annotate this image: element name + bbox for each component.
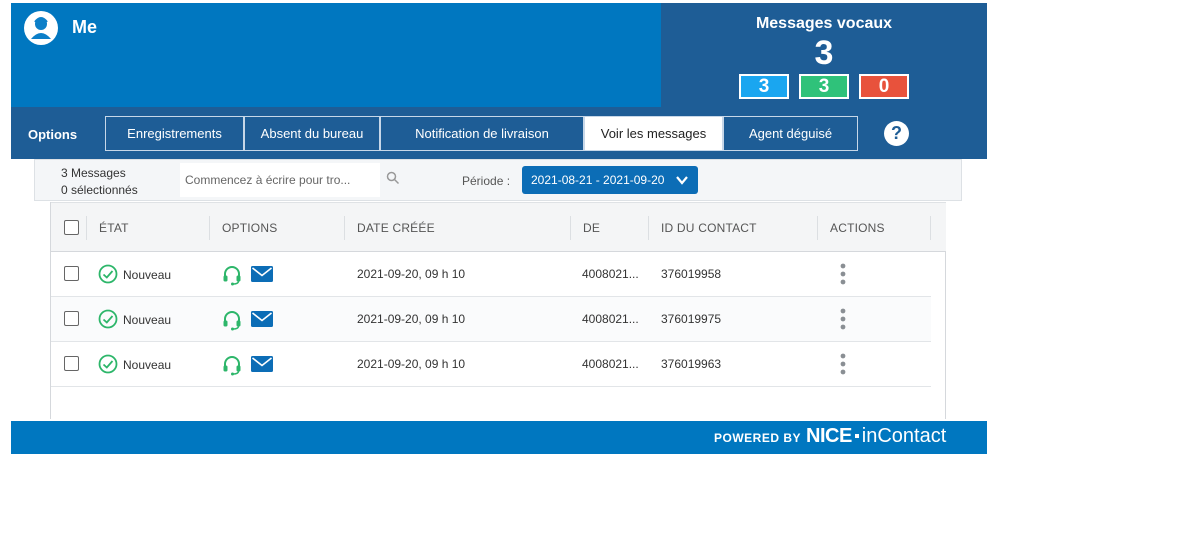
tab-out-of-office[interactable]: Absent du bureau [244,116,380,151]
check-circle-icon [98,309,118,329]
table-row[interactable]: Nouveau 2021-09-20, 09 h 10 4008021... 3… [51,297,931,342]
row-checkbox[interactable] [64,266,79,281]
filter-bar: 3 Messages 0 sélectionnés Période : 2021… [34,159,962,201]
period-label: Période : [462,174,511,188]
user-name: Me [72,17,98,37]
contact-id: 376019975 [661,312,722,326]
help-icon[interactable]: ? [884,121,909,146]
date-created: 2021-09-20, 09 h 10 [357,312,466,326]
status-text: Nouveau [123,268,172,282]
from-number: 4008021... [582,312,639,326]
status-text: Nouveau [123,313,172,327]
header-bar: Me Messages vocaux 3 3 3 0 [11,3,987,107]
tab-recordings[interactable]: Enregistrements [105,116,244,151]
message-count: 3 Messages 0 sélectionnés [61,165,138,199]
column-divider [86,216,87,240]
row-checkbox[interactable] [64,311,79,326]
mail-icon[interactable] [251,356,273,372]
column-header-options[interactable]: OPTIONS [222,203,277,253]
column-divider [344,216,345,240]
from-number: 4008021... [582,267,639,281]
options-label: Options [28,127,78,142]
column-divider [930,216,931,240]
counter-read: 3 [799,74,849,99]
column-header-status[interactable]: ÉTAT [99,203,129,253]
footer-bar: POWERED BY NICE inContact [11,421,987,454]
headset-icon[interactable] [221,309,243,331]
more-actions-icon[interactable] [839,262,847,286]
date-range-value: 2021-08-21 - 2021-09-20 [531,173,665,187]
check-circle-icon [98,354,118,374]
table-row[interactable]: Nouveau 2021-09-20, 09 h 10 4008021... 3… [51,252,931,297]
column-header-from[interactable]: DE [583,203,600,253]
select-all-checkbox[interactable] [64,220,79,235]
search-input[interactable] [180,163,380,197]
messages-total-label: 3 Messages [61,166,126,180]
mail-icon[interactable] [251,266,273,282]
headset-icon[interactable] [221,264,243,286]
column-divider [648,216,649,240]
more-actions-icon[interactable] [839,307,847,331]
date-created: 2021-09-20, 09 h 10 [357,357,466,371]
column-divider [817,216,818,240]
mail-icon[interactable] [251,311,273,327]
column-header-date[interactable]: DATE CRÉÉE [357,203,435,253]
logo-dot [854,434,859,438]
voicemail-app: Me Messages vocaux 3 3 3 0 Options Enreg… [11,3,987,454]
nice-incontact-logo: NICE inContact [806,425,946,449]
table-row[interactable]: Nouveau 2021-09-20, 09 h 10 4008021... 3… [51,342,931,387]
voicemail-title: Messages vocaux [755,15,893,32]
selected-count-label: 0 sélectionnés [61,183,138,197]
contact-id: 376019963 [661,357,722,371]
counter-new: 3 [739,74,789,99]
table-header: ÉTAT OPTIONS DATE CRÉÉE DE ID DU CONTACT… [51,202,946,252]
search-icon[interactable] [386,171,400,185]
column-divider [209,216,210,240]
user-avatar-icon [24,11,58,45]
headset-icon[interactable] [221,354,243,376]
status-text: Nouveau [123,358,172,372]
date-created: 2021-09-20, 09 h 10 [357,267,466,281]
logo-brand-light: inContact [861,425,947,447]
from-number: 4008021... [582,357,639,371]
tab-view-messages[interactable]: Voir les messages [584,116,723,151]
options-tabbar: Options Enregistrements Absent du bureau… [11,107,987,159]
tab-delivery-notification[interactable]: Notification de livraison [380,116,584,151]
tab-disguised-agent[interactable]: Agent déguisé [723,116,858,151]
column-header-contact-id[interactable]: ID DU CONTACT [661,203,757,253]
date-range-dropdown[interactable]: 2021-08-21 - 2021-09-20 [522,166,698,194]
row-checkbox[interactable] [64,356,79,371]
column-divider [570,216,571,240]
chevron-down-icon [676,176,688,185]
check-circle-icon [98,264,118,284]
voicemail-total: 3 [814,34,834,72]
voicemail-summary: Messages vocaux 3 3 3 0 [661,3,987,107]
logo-brand-bold: NICE [806,425,852,447]
powered-by-label: POWERED BY [714,431,802,445]
messages-table: ÉTAT OPTIONS DATE CRÉÉE DE ID DU CONTACT… [50,202,946,419]
counter-urgent: 0 [859,74,909,99]
column-header-actions: ACTIONS [830,221,885,235]
contact-id: 376019958 [661,267,722,281]
more-actions-icon[interactable] [839,352,847,376]
